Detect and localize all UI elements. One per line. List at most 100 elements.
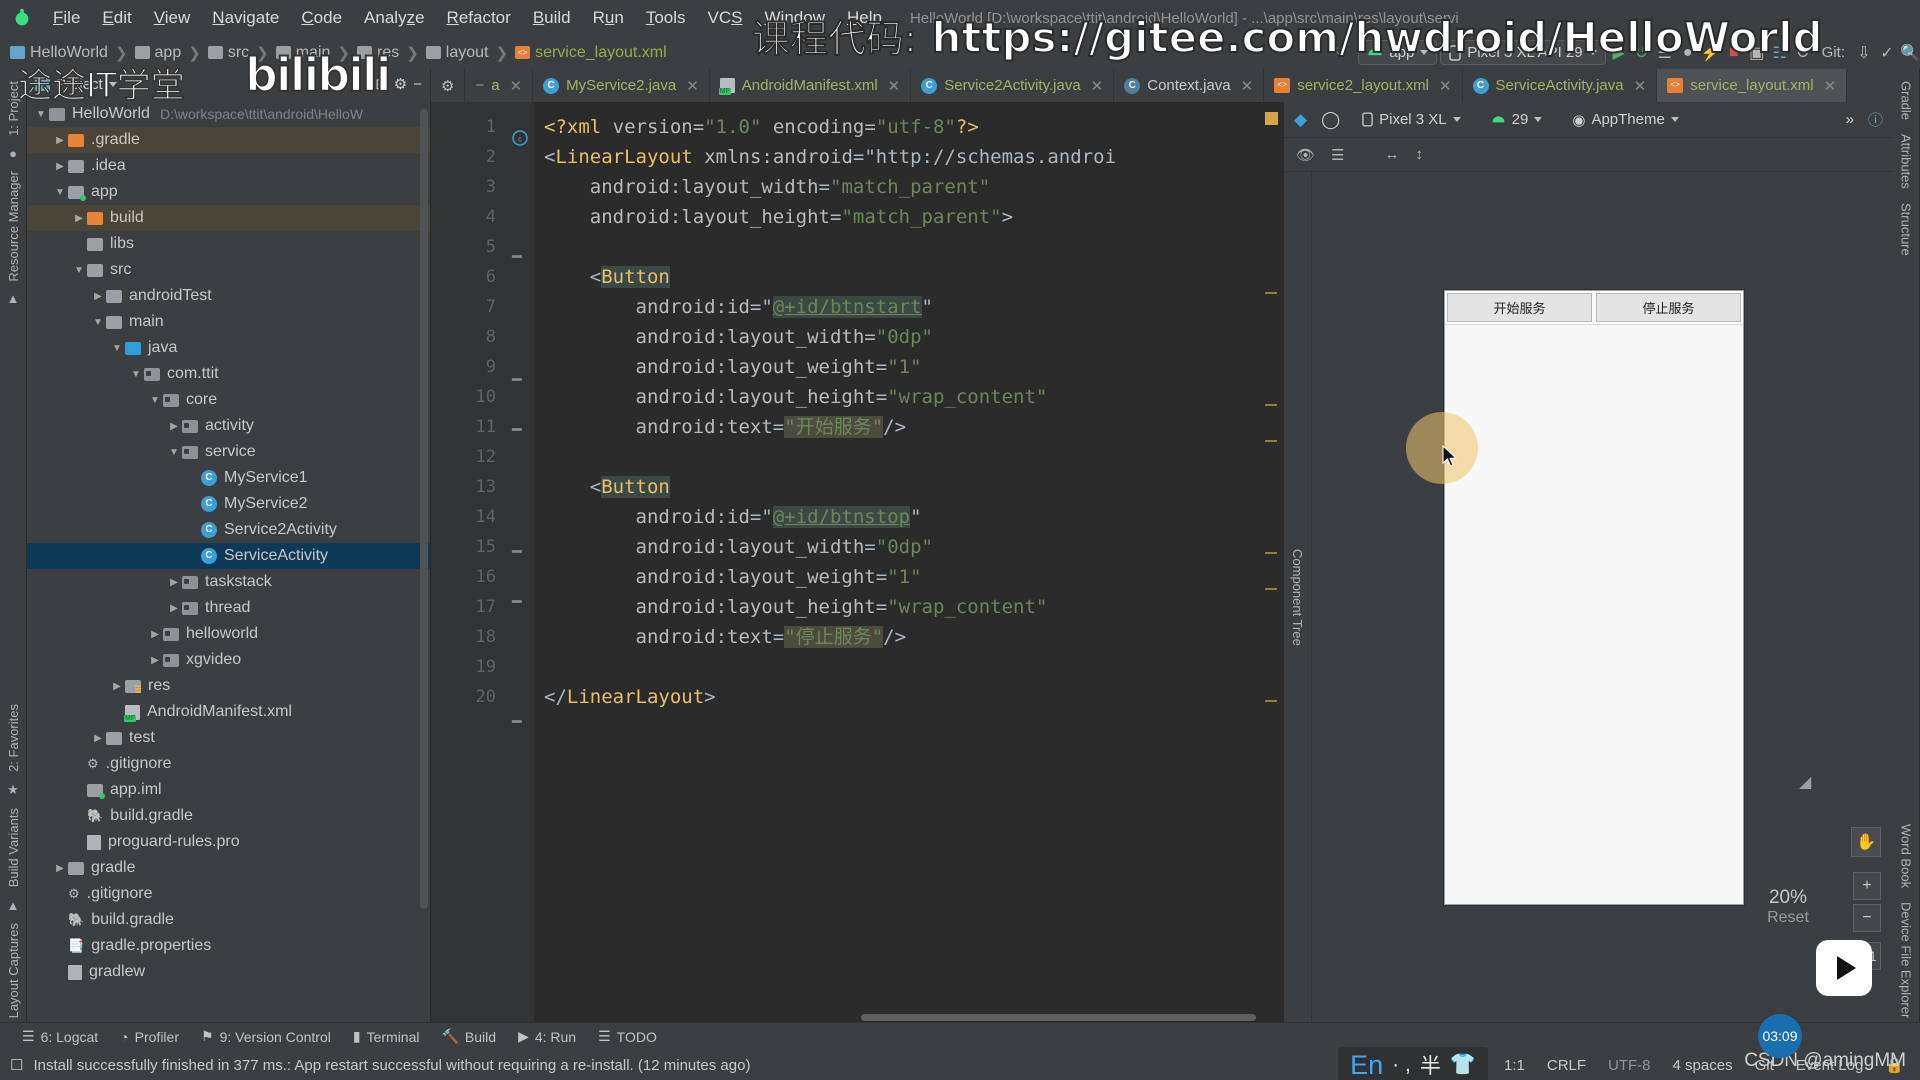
android-variant-icon[interactable]: ▲ [7,898,20,913]
chevron-right-icon[interactable]: ▶ [52,135,68,146]
warnings-icon[interactable]: ⓘ [1868,109,1883,130]
android-icon[interactable]: ● [9,146,17,161]
inspection-status-icon[interactable] [1265,112,1278,125]
tree-node[interactable]: app.iml [27,777,430,803]
fold-marker[interactable]: ━ [512,712,526,731]
zoom-in-button[interactable]: + [1853,872,1881,900]
preview-resize-handle[interactable]: ◢ [1799,772,1811,792]
fold-marker[interactable]: ━ [512,370,526,389]
chevron-right-icon[interactable]: ▶ [166,603,182,614]
rail-item-structure[interactable]: Structure [1899,199,1914,260]
horizontal-scrollbar[interactable] [506,1012,1283,1022]
menu-run[interactable]: Run [582,5,635,31]
tree-node[interactable]: ▶ taskstack [27,569,430,595]
tree-node[interactable]: ▶ helloworld [27,621,430,647]
indent-setting[interactable]: 4 spaces [1667,1057,1739,1074]
tree-node[interactable]: ▶ .gradle [27,127,430,153]
rail-item-attributes[interactable]: Attributes [1899,130,1914,193]
minimize-icon[interactable]: − [475,77,484,94]
rail-item-device-file-explorer[interactable]: Device File Explorer [1899,898,1914,1022]
tree-node[interactable]: ▼ core [27,387,430,413]
tree-node[interactable]: C ServiceActivity [27,543,430,569]
resource-icon[interactable]: ▲ [7,291,20,306]
tree-node[interactable]: ▶ build [27,205,430,231]
breadcrumb-item-src[interactable]: src [207,44,249,62]
tree-node[interactable]: C MyService1 [27,465,430,491]
chevron-down-icon[interactable]: ▼ [71,265,87,276]
preview-btnstart[interactable]: 开始服务 [1447,293,1592,322]
tree-node[interactable]: ▼ src [27,257,430,283]
ime-punctuation[interactable]: · , [1392,1053,1411,1077]
fold-marker[interactable]: ━ [512,420,526,439]
menu-analyze[interactable]: Analyze [353,5,436,31]
zoom-out-button[interactable]: − [1853,904,1881,932]
editor-tab-service2-layout-xml[interactable]: service2_layout.xml ✕ [1264,69,1463,102]
blueprint-mode-icon[interactable]: ◯ [1321,110,1340,130]
tree-node[interactable]: AndroidManifest.xml [27,699,430,725]
tree-node[interactable]: ⚙ .gitignore [27,751,430,777]
chevron-right-icon[interactable]: ▶ [147,655,163,666]
tree-node[interactable]: C MyService2 [27,491,430,517]
breadcrumb-item-service-layout[interactable]: service_layout.xml [515,44,667,62]
tree-node[interactable]: libs [27,231,430,257]
hide-panel-icon[interactable]: − [413,76,422,93]
project-tree-scrollbar[interactable] [420,109,428,909]
rail-item-layout-captures[interactable]: Layout Captures [6,919,21,1022]
tree-node[interactable]: ▶ .idea [27,153,430,179]
tool-window-todo[interactable]: ☰ TODO [598,1028,657,1045]
editor-tab-androidmanifest-xml[interactable]: AndroidManifest.xml ✕ [710,69,912,102]
close-icon[interactable]: ✕ [1241,77,1254,95]
tree-node[interactable]: 🐘 build.gradle [27,803,430,829]
chevron-down-icon[interactable]: ▼ [109,343,125,354]
line-separator[interactable]: CRLF [1541,1057,1592,1074]
menu-build[interactable]: Build [522,5,582,31]
tree-node[interactable]: ▼ service [27,439,430,465]
vcs-update-icon[interactable]: ⇩ [1854,43,1874,63]
device-preview[interactable]: 开始服务 停止服务 [1444,290,1744,905]
menu-navigate[interactable]: Navigate [201,5,290,31]
close-icon[interactable]: ✕ [1091,77,1104,95]
menu-refactor[interactable]: Refactor [436,5,522,31]
marker-line[interactable] [1265,588,1277,590]
tool-window-profiler[interactable]: ◔ Profiler [120,1029,179,1045]
editor-tab-myservice2-java[interactable]: C MyService2.java ✕ [533,69,710,102]
caret-position[interactable]: 1:1 [1498,1057,1531,1074]
preview-api-selector[interactable]: 29 [1483,107,1551,132]
tree-node[interactable]: C Service2Activity [27,517,430,543]
tree-node[interactable]: ▼ app [27,179,430,205]
editor-tabs-settings[interactable]: ⚙ [431,69,466,102]
vcs-commit-icon[interactable]: ✓ [1877,43,1897,63]
rail-item-word-book[interactable]: Word Book [1899,820,1914,892]
editor-tab-serviceactivity-java[interactable]: C ServiceActivity.java ✕ [1463,69,1658,102]
chevron-right-icon[interactable]: ▶ [166,421,182,432]
tool-window-terminal[interactable]: ▮ Terminal [353,1028,420,1045]
close-icon[interactable]: ✕ [1634,77,1647,95]
eye-icon[interactable]: 👁 [1296,146,1315,164]
chevron-down-icon[interactable]: ▼ [90,317,106,328]
close-icon[interactable]: ✕ [686,77,699,95]
tool-window-9-version-control[interactable]: ⚑ 9: Version Control [201,1028,331,1045]
chevron-down-icon[interactable]: ▼ [128,369,144,380]
gear-icon[interactable]: ⚙ [441,77,454,95]
pan-tool-button[interactable]: ✋ [1851,827,1881,857]
vertical-constraint-icon[interactable]: ↕ [1416,146,1424,163]
editor-marker-stripe[interactable] [1253,102,1283,1022]
search-icon[interactable]: 🔍 [1900,43,1920,63]
preview-theme-selector[interactable]: ◉ AppTheme [1564,107,1686,132]
chevron-down-icon[interactable]: ▼ [33,109,49,120]
rail-item-resource-manager[interactable]: Resource Manager [6,167,21,286]
tool-window-build[interactable]: 🔨 Build [441,1028,496,1045]
editor-tab-service-layout-xml[interactable]: service_layout.xml ✕ [1657,69,1848,102]
close-icon[interactable]: ✕ [1439,77,1452,95]
marker-line[interactable] [1265,552,1277,554]
tree-node[interactable]: ▶ activity [27,413,430,439]
shirt-icon[interactable]: 👕 [1450,1053,1476,1077]
marker-line[interactable] [1265,292,1277,294]
chevron-right-icon[interactable]: ▶ [71,213,87,224]
chevron-right-icon[interactable]: ▶ [109,681,125,692]
tree-node[interactable]: ▶ gradle [27,855,430,881]
code-editor[interactable]: 1 2 3 4 5 6 7 8 9 10 11 12 13 14 15 16 17 18 19 20 c ━ ━ ━ … [431,102,1283,1022]
marker-line[interactable] [1265,700,1277,702]
chevron-right-icon[interactable]: ▶ [52,863,68,874]
menu-file[interactable]: File [42,5,91,31]
